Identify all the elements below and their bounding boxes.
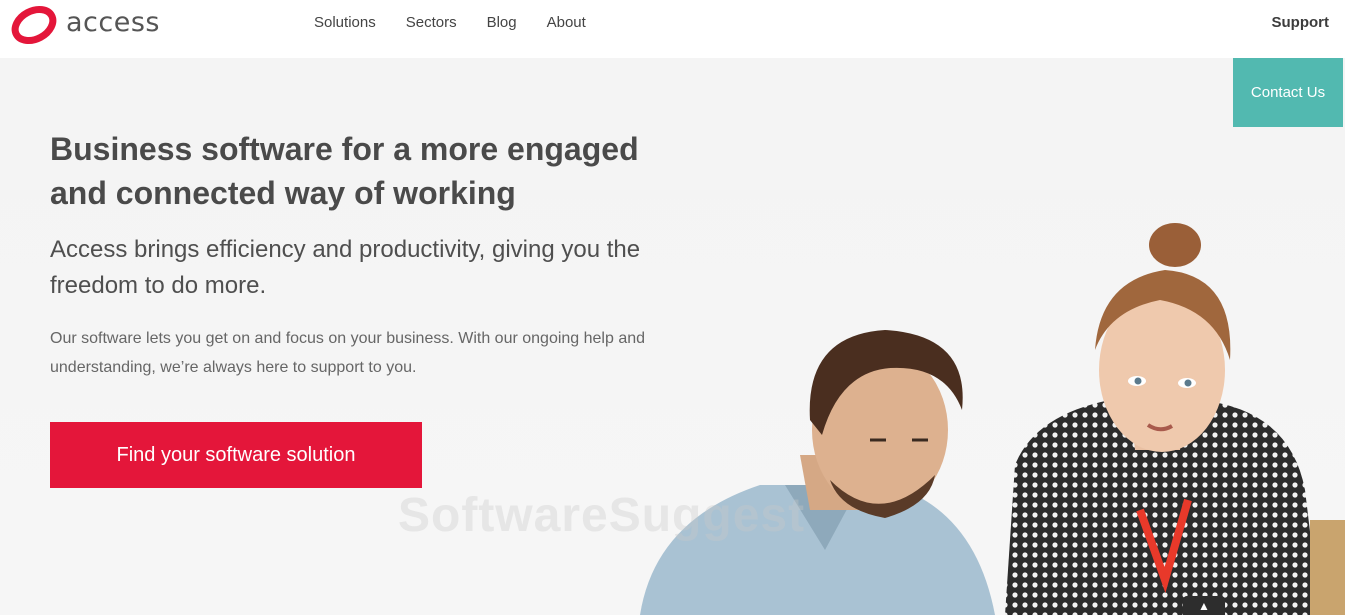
- nav-item-sectors[interactable]: Sectors: [406, 14, 457, 31]
- hero-body: Our software lets you get on and focus o…: [50, 330, 646, 376]
- hero-subhead: Access brings efficiency and productivit…: [50, 236, 641, 299]
- contact-us-button[interactable]: Contact Us: [1233, 58, 1343, 127]
- access-logo[interactable]: access: [6, 2, 160, 48]
- hero-photo: [640, 223, 1345, 615]
- watermark: SoftwareSuggest: [398, 489, 806, 542]
- scroll-top-button[interactable]: ▲: [1183, 596, 1225, 615]
- nav-item-about[interactable]: About: [547, 14, 586, 31]
- chevron-up-icon: ▲: [1198, 598, 1210, 613]
- access-logo-icon: [11, 5, 57, 45]
- main-nav: Solutions Sectors Blog About: [314, 14, 586, 31]
- brand-name: access: [66, 6, 160, 38]
- site-header: access Solutions Sectors Blog About Supp…: [0, 0, 1345, 58]
- find-solution-button[interactable]: Find your software solution: [50, 422, 422, 488]
- nav-item-blog[interactable]: Blog: [487, 14, 517, 31]
- hero-headline: Business software for a more engaged and…: [50, 131, 639, 211]
- nav-item-solutions[interactable]: Solutions: [314, 14, 376, 31]
- support-link[interactable]: Support: [1272, 14, 1330, 31]
